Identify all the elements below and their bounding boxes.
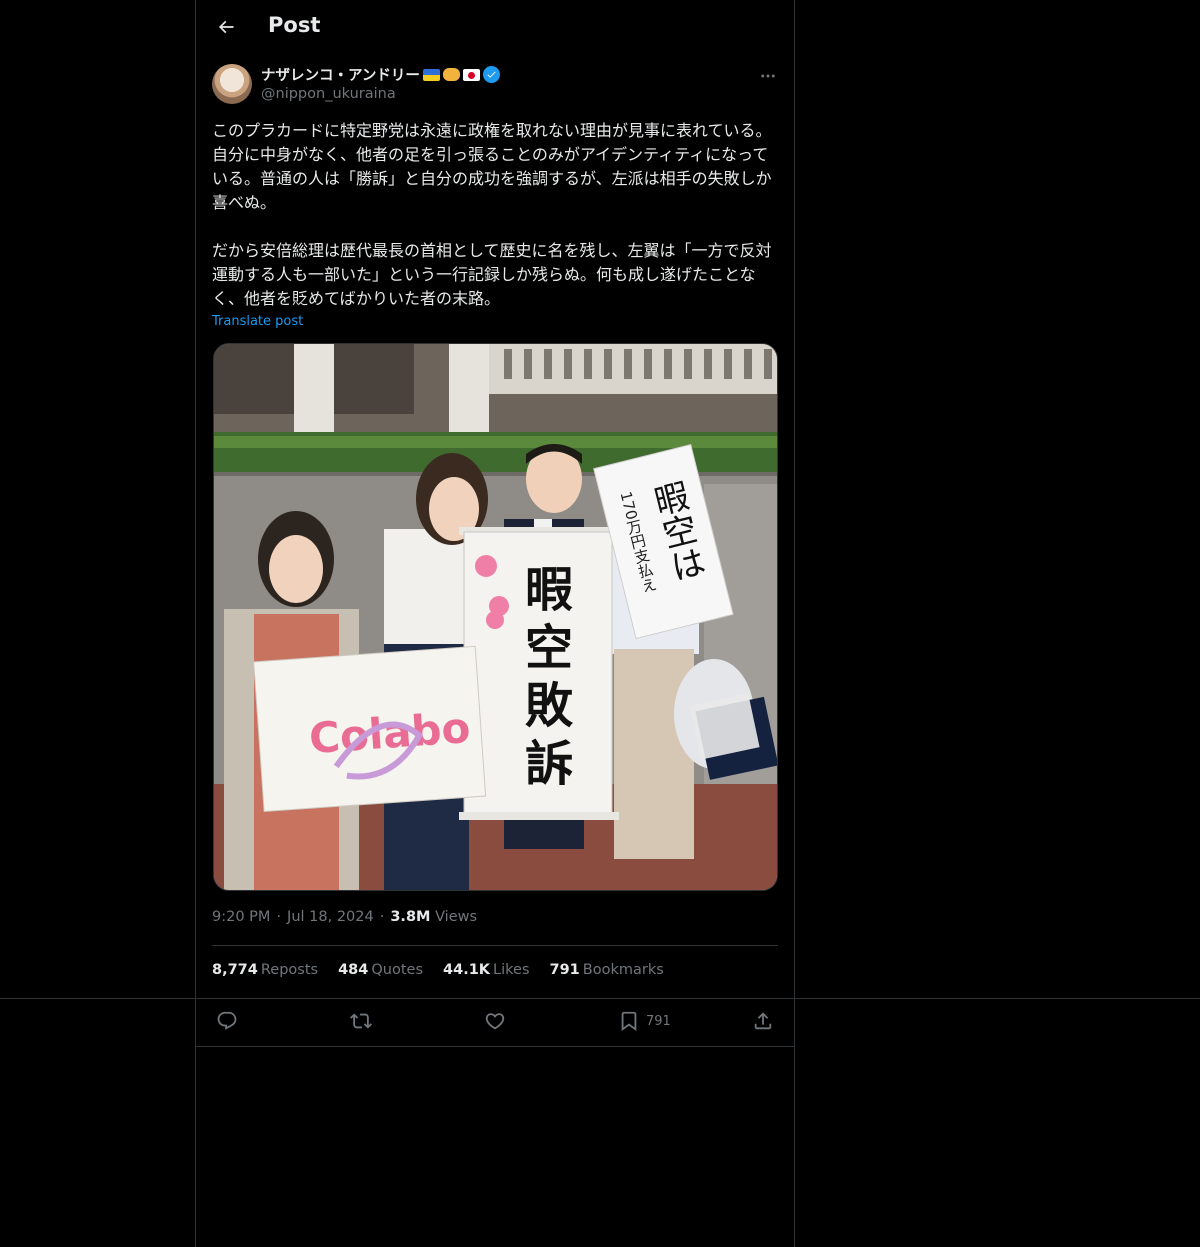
stat-label: Bookmarks <box>582 962 664 978</box>
meta-separator: · <box>379 909 385 925</box>
stat-likes[interactable]: 44.1K Likes <box>443 962 529 978</box>
stat-count: 44.1K <box>443 962 491 978</box>
repost-icon <box>350 1013 372 1029</box>
stat-count: 484 <box>338 962 369 978</box>
author-display-name[interactable]: ナザレンコ・アンドリー <box>261 64 420 85</box>
stat-label: Reposts <box>260 962 319 978</box>
divider <box>195 1046 795 1047</box>
photo-illustration: 暇空敗訴 Colabo 暇空は 170万円支払え <box>214 344 777 890</box>
post-photo[interactable]: 暇空敗訴 Colabo 暇空は 170万円支払え <box>213 343 778 891</box>
divider <box>0 998 1200 999</box>
bookmark-icon <box>621 1011 637 1032</box>
author-name-row: ナザレンコ・アンドリー <box>261 64 500 85</box>
like-button[interactable] <box>484 1010 506 1032</box>
more-options-button[interactable] <box>756 64 780 88</box>
stat-label: Quotes <box>371 962 424 978</box>
post-time[interactable]: 9:20 PM <box>212 909 270 925</box>
share-button[interactable] <box>752 1010 774 1032</box>
repost-button[interactable] <box>350 1010 372 1032</box>
stat-count: 8,774 <box>212 962 258 978</box>
action-bar: 791 <box>196 999 794 1046</box>
author-handle[interactable]: @nippon_ukuraina <box>261 86 396 102</box>
post-header: Post <box>196 0 794 54</box>
avatar[interactable] <box>212 64 252 104</box>
japan-flag-icon <box>462 68 480 81</box>
share-icon <box>754 1012 772 1030</box>
translate-post-link[interactable]: Translate post <box>212 314 303 329</box>
more-dots-icon <box>761 74 775 78</box>
views[interactable]: 3.8M Views <box>390 909 477 925</box>
bookmark-button[interactable]: 791 <box>618 1010 671 1032</box>
stat-reposts[interactable]: 8,774 Reposts <box>212 962 318 978</box>
banner-center-text: 暇空敗訴 <box>516 564 573 796</box>
stat-label: Likes <box>493 962 530 978</box>
arrow-left-icon <box>218 20 234 34</box>
bookmark-count: 791 <box>646 1013 671 1029</box>
reply-button[interactable] <box>216 1010 238 1032</box>
heart-icon <box>485 1013 505 1030</box>
main-column: Post ナザレンコ・アンドリー @nippon_ukuraina このプラカー… <box>195 0 795 1247</box>
post-date[interactable]: Jul 18, 2024 <box>287 909 374 925</box>
stat-count: 791 <box>549 962 580 978</box>
reply-icon <box>217 1011 237 1030</box>
stat-bookmarks[interactable]: 791 Bookmarks <box>550 962 664 978</box>
verified-badge-icon[interactable] <box>482 66 500 83</box>
back-button[interactable] <box>208 9 244 45</box>
views-count: 3.8M <box>390 909 431 925</box>
engagement-stats: 8,774 Reposts 484 Quotes 44.1K Likes 791 Boo… <box>212 962 664 978</box>
handshake-icon <box>442 68 460 81</box>
views-label: Views <box>435 909 478 925</box>
divider <box>212 945 778 946</box>
stat-quotes[interactable]: 484 Quotes <box>338 962 423 978</box>
ukraine-flag-icon <box>422 68 440 81</box>
page-title: Post <box>268 13 321 37</box>
meta-separator: · <box>276 909 282 925</box>
post-text: このプラカードに特定野党は永遠に政権を取れない理由が見事に表れている。自分に中身… <box>212 121 772 308</box>
post-meta: 9:20 PM · Jul 18, 2024 · 3.8M Views <box>212 909 477 925</box>
